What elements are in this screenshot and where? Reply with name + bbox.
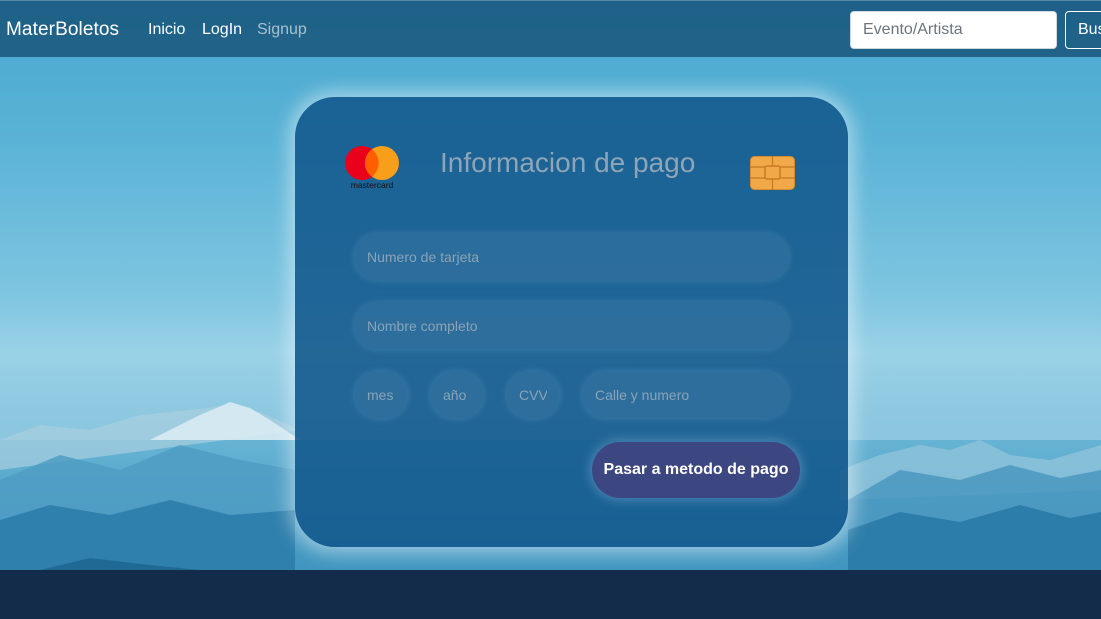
search-input[interactable] [850,11,1057,49]
full-name-field[interactable] [355,303,788,349]
navbar: MaterBoletos Inicio LogIn Signup Buscar [0,0,1101,57]
mastercard-logo-text: mastercard [351,180,394,190]
submit-payment-button[interactable]: Pasar a metodo de pago [592,442,800,498]
card-chip-icon [750,156,795,190]
month-field[interactable] [355,372,407,418]
nav-link-login[interactable]: LogIn [202,21,242,39]
year-field[interactable] [431,372,483,418]
nav-link-inicio[interactable]: Inicio [148,21,185,39]
nav-link-signup[interactable]: Signup [257,21,307,39]
brand-logo[interactable]: MaterBoletos [6,19,119,41]
payment-card: mastercard Informacion de pago Pasar a m… [295,97,848,547]
cvv-field[interactable] [507,372,559,418]
footer [0,570,1101,619]
card-number-field[interactable] [355,234,788,280]
street-address-field[interactable] [583,372,788,418]
mastercard-logo: mastercard [345,146,399,190]
page-title: Informacion de pago [440,147,696,178]
search-button[interactable]: Buscar [1065,11,1101,49]
